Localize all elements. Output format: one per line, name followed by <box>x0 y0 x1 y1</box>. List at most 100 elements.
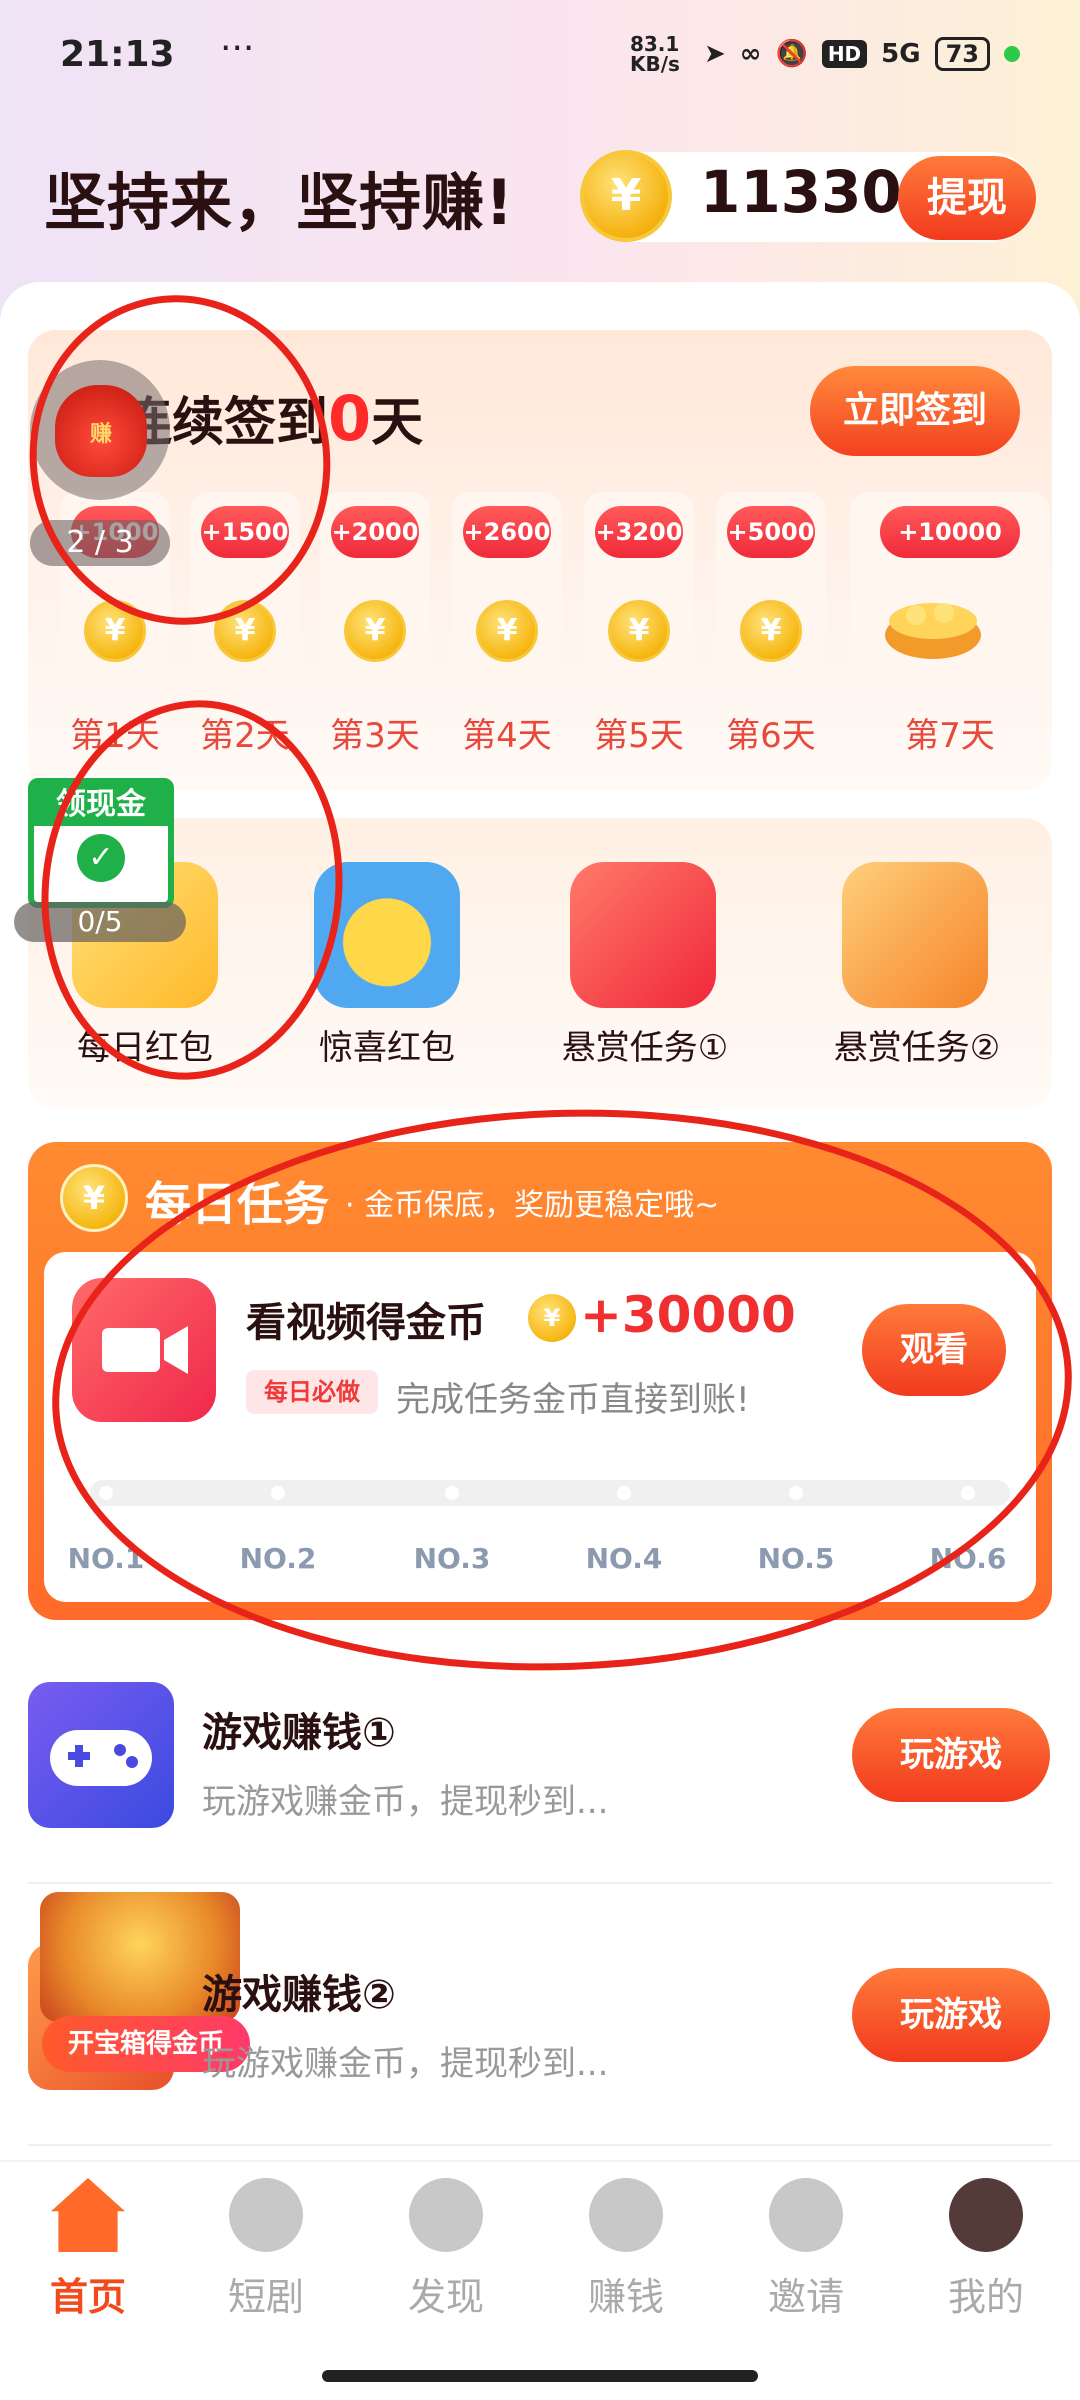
claim-cash-title: 领现金 <box>34 784 168 826</box>
progress-step-label: NO.3 <box>413 1542 491 1575</box>
coin-icon: ¥ <box>84 600 146 662</box>
compass-icon <box>409 2178 483 2252</box>
tab-label: 首页 <box>49 2275 126 2319</box>
coin-icon: ¥ <box>60 1164 128 1232</box>
signin-day-label: 第4天 <box>462 716 552 756</box>
coin-balance: 11330 <box>700 158 902 226</box>
signin-day-reward: +2000 <box>331 506 419 558</box>
progress-step-label: NO.5 <box>757 1542 835 1575</box>
signin-day-reward: +1500 <box>201 506 289 558</box>
signin-day-label: 第5天 <box>594 716 684 756</box>
progress-step-label: NO.1 <box>67 1542 145 1575</box>
surprise-red-packet-icon[interactable] <box>314 862 460 1008</box>
daily-tasks-title: 每日任务 <box>145 1177 329 1231</box>
coin-icon: ¥ <box>476 600 538 662</box>
status-time: 21:13 <box>60 34 175 75</box>
progress-dot <box>271 1486 285 1500</box>
tab-label: 发现 <box>407 2275 484 2319</box>
home-icon <box>51 2178 125 2252</box>
game-2-desc: 玩游戏赚金币，提现秒到... <box>202 2044 609 2084</box>
privacy-dot <box>1004 46 1020 62</box>
signin-button[interactable]: 立即签到 <box>810 366 1020 456</box>
location-icon: ➤ <box>703 39 726 69</box>
status-right: 83.1 KB/s ➤ ∞ 🔕 HD 5G 73 <box>630 34 1020 74</box>
progress-dot <box>789 1486 803 1500</box>
status-bar: 21:13 ··· 83.1 KB/s ➤ ∞ 🔕 HD 5G 73 <box>0 28 1080 88</box>
signin-day-reward: +10000 <box>880 506 1020 558</box>
invite-user-icon <box>769 2178 843 2252</box>
progress-step-label: NO.2 <box>239 1542 317 1575</box>
mute-bell-icon: 🔕 <box>775 39 808 69</box>
gamepad-icon[interactable] <box>28 1682 174 1828</box>
signin-day-label: 第1天 <box>70 716 160 756</box>
withdraw-button[interactable]: 提现 <box>898 156 1036 240</box>
status-more-icon: ··· <box>220 28 255 69</box>
claim-cash-widget[interactable]: 领现金 ✓ <box>28 778 174 908</box>
feature-label-surprise: 惊喜红包 <box>319 1028 455 1068</box>
progress-dot <box>445 1486 459 1500</box>
signin-day-reward: +5000 <box>727 506 815 558</box>
feature-label-task1: 悬赏任务① <box>561 1028 729 1068</box>
reward-task-1-icon[interactable] <box>570 862 716 1008</box>
feature-label-daily: 每日红包 <box>77 1028 213 1068</box>
checkmark-icon: ✓ <box>77 834 125 882</box>
game-1-title: 游戏赚钱① <box>202 1710 396 1756</box>
play-game-2-button[interactable]: 玩游戏 <box>852 1968 1050 2062</box>
progress-step-label: NO.4 <box>585 1542 663 1575</box>
coin-icon: ¥ <box>580 150 672 242</box>
divider <box>28 1882 1052 1884</box>
hd-icon: HD <box>821 40 868 68</box>
home-indicator <box>322 2370 758 2382</box>
tab-avatar[interactable]: 我的 <box>916 2178 1056 2321</box>
money-bag-icon <box>589 2178 663 2252</box>
signin-streak: 0 <box>328 382 372 455</box>
battery-icon: 73 <box>934 37 990 71</box>
floating-bag-progress: 2 / 3 <box>30 520 170 566</box>
reward-task-2-icon[interactable] <box>842 862 988 1008</box>
tab-compass[interactable]: 发现 <box>376 2178 516 2321</box>
play-game-1-button[interactable]: 玩游戏 <box>852 1708 1050 1802</box>
network-speed: 83.1 KB/s <box>629 32 680 76</box>
tab-label: 我的 <box>947 2275 1024 2319</box>
signin-day-label: 第6天 <box>726 716 816 756</box>
coin-icon: ¥ <box>740 600 802 662</box>
avatar <box>949 2178 1023 2252</box>
claim-cash-progress: 0/5 <box>14 902 186 942</box>
video-task-description: 完成任务金币直接到账! <box>396 1380 750 1420</box>
signin-title-suffix: 天 <box>371 393 424 453</box>
tab-invite-user[interactable]: 邀请 <box>736 2178 876 2321</box>
coin-icon: ¥ <box>608 600 670 662</box>
feature-label-task2: 悬赏任务② <box>833 1028 1001 1068</box>
link-icon: ∞ <box>739 39 762 69</box>
signin-day-label: 第7天 <box>905 716 995 756</box>
red-bag-icon: 赚 <box>55 385 147 477</box>
tab-drama[interactable]: 短剧 <box>196 2178 336 2321</box>
gold-chest-icon <box>878 575 988 665</box>
watch-button[interactable]: 观看 <box>862 1304 1006 1396</box>
tab-home[interactable]: 首页 <box>18 2178 158 2321</box>
game-1-desc: 玩游戏赚金币，提现秒到... <box>202 1782 609 1822</box>
game-2-title: 游戏赚钱② <box>202 1972 396 2018</box>
coin-icon: ¥ <box>344 600 406 662</box>
video-camera-icon <box>72 1278 216 1422</box>
slogan: 坚持来，坚持赚! <box>44 166 515 239</box>
daily-tasks-subtitle: · 金币保底，奖励更稳定哦~ <box>345 1188 720 1223</box>
task-progress-track <box>90 1480 1010 1506</box>
drama-icon <box>229 2178 303 2252</box>
tab-label: 邀请 <box>767 2275 844 2319</box>
signin-day-label: 第3天 <box>330 716 420 756</box>
coin-icon: ¥ <box>528 1294 576 1342</box>
divider <box>28 2144 1052 2146</box>
video-task-title: 看视频得金币 <box>246 1300 486 1346</box>
tab-label: 赚钱 <box>587 2275 664 2319</box>
video-task-reward: +30000 <box>580 1286 796 1344</box>
daily-required-badge: 每日必做 <box>246 1370 378 1414</box>
progress-step-label: NO.6 <box>929 1542 1007 1575</box>
signin-day-reward: +3200 <box>595 506 683 558</box>
progress-dot <box>617 1486 631 1500</box>
progress-dot <box>99 1486 113 1500</box>
coin-icon: ¥ <box>214 600 276 662</box>
tab-money-bag[interactable]: 赚钱 <box>556 2178 696 2321</box>
tab-label: 短剧 <box>227 2275 304 2319</box>
signin-day-label: 第2天 <box>200 716 290 756</box>
